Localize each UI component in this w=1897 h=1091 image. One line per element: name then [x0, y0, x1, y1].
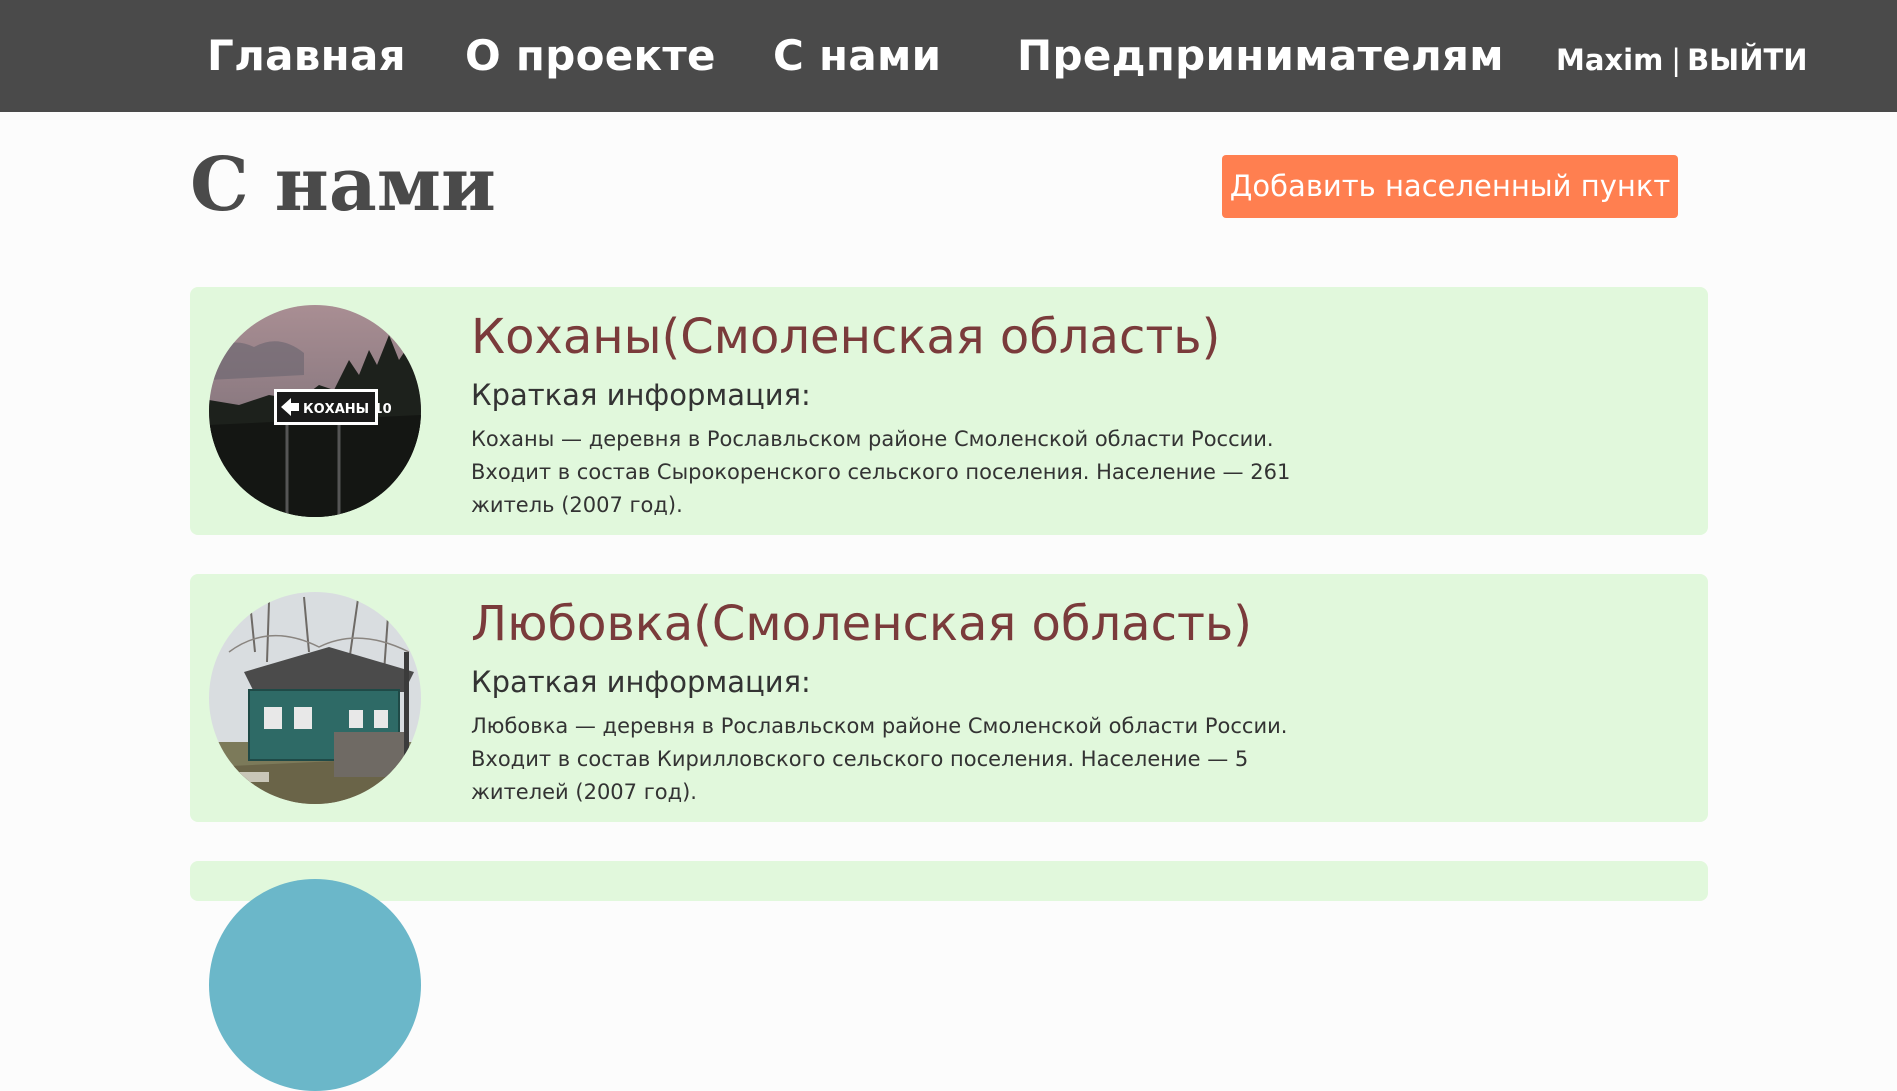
settlement-card[interactable] — [190, 861, 1708, 1091]
logout-link[interactable]: ВЫЙТИ — [1687, 43, 1807, 77]
settlement-card[interactable]: Любовка(Смоленская область) Краткая инфо… — [190, 574, 1708, 822]
add-settlement-button[interactable]: Добавить населенный пункт — [1222, 155, 1678, 218]
user-name[interactable]: Maxim — [1556, 43, 1663, 77]
settlement-photo — [209, 592, 421, 804]
settlement-subtitle: Краткая информация: — [471, 665, 811, 699]
settlement-photo: КОХАНЫ 10 — [209, 305, 421, 517]
settlement-subtitle: Краткая информация: — [471, 378, 811, 412]
settlement-photo — [209, 879, 421, 1091]
settlement-title[interactable]: Коханы(Смоленская область) — [471, 307, 1220, 367]
settlement-title[interactable]: Любовка(Смоленская область) — [471, 594, 1252, 654]
settlement-description: Любовка — деревня в Рославльском районе … — [471, 714, 1288, 804]
page-title: С нами — [190, 142, 496, 228]
nav-link-about[interactable]: О проекте — [465, 26, 716, 86]
top-navigation-bar: Главная О проекте С нами Предпринимателя… — [0, 0, 1897, 112]
user-box: Maxim | ВЫЙТИ — [1556, 40, 1808, 80]
user-separator: | — [1671, 43, 1682, 77]
nav-link-home[interactable]: Главная — [207, 26, 406, 86]
nav-link-entrepreneurs[interactable]: Предпринимателям — [1017, 26, 1504, 86]
settlement-description: Коханы — деревня в Рославльском районе С… — [471, 427, 1291, 517]
nav-link-with-us[interactable]: С нами — [773, 26, 941, 86]
settlement-card[interactable]: КОХАНЫ 10 Коханы(Смоленская область) Кра… — [190, 287, 1708, 535]
road-sign-text: КОХАНЫ 10 — [303, 402, 392, 417]
